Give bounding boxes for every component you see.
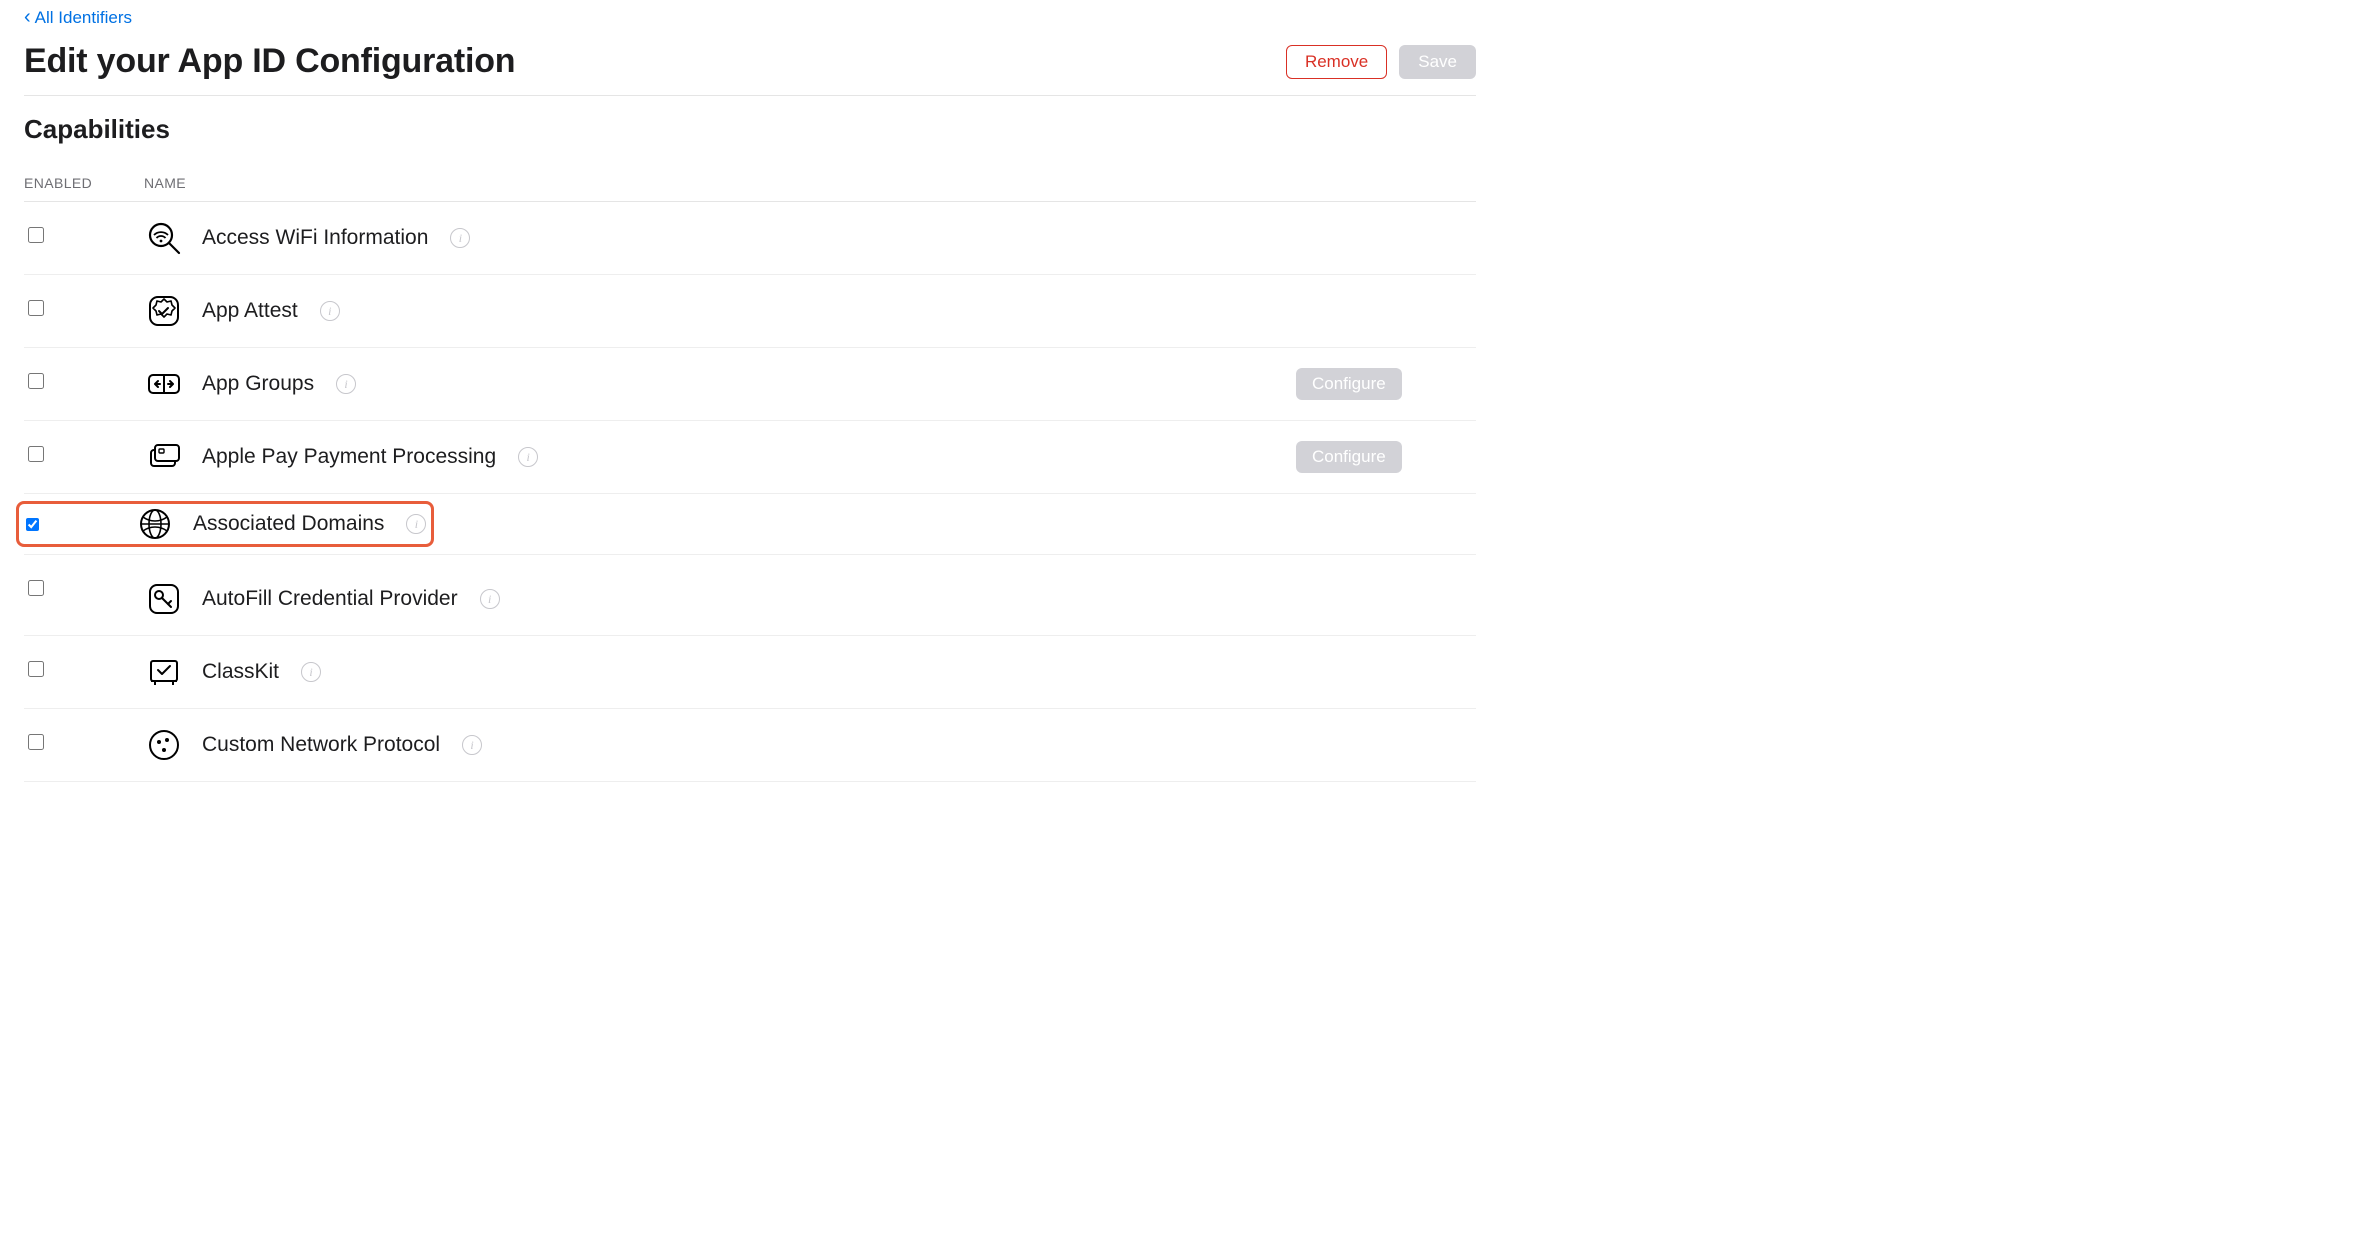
info-icon[interactable]: i — [336, 374, 356, 394]
page-title: Edit your App ID Configuration — [24, 42, 515, 81]
capability-label: ClassKit — [202, 660, 279, 684]
capability-checkbox-app-groups[interactable] — [28, 373, 44, 389]
configure-button-app-groups[interactable]: Configure — [1296, 368, 1402, 400]
capability-checkbox-access-wifi[interactable] — [28, 227, 44, 243]
cards-icon — [144, 437, 184, 477]
table-row: Apple Pay Payment Processing i Configure — [24, 421, 1476, 494]
arrows-lr-icon — [144, 364, 184, 404]
remove-button[interactable]: Remove — [1286, 45, 1387, 79]
key-square-icon — [144, 579, 184, 619]
info-icon[interactable]: i — [518, 447, 538, 467]
capability-label: Access WiFi Information — [202, 226, 428, 250]
capability-checkbox-apple-pay[interactable] — [28, 446, 44, 462]
table-row: AutoFill Credential Provider i — [24, 555, 1476, 636]
chevron-left-icon: ‹ — [24, 7, 31, 27]
configure-button-apple-pay[interactable]: Configure — [1296, 441, 1402, 473]
table-row: Access WiFi Information i — [24, 202, 1476, 275]
dots-circle-icon — [144, 725, 184, 765]
info-icon[interactable]: i — [301, 662, 321, 682]
info-icon[interactable]: i — [462, 735, 482, 755]
section-title: Capabilities — [24, 114, 1476, 145]
table-row: Custom Network Protocol i — [24, 709, 1476, 782]
save-button[interactable]: Save — [1399, 45, 1476, 79]
capability-checkbox-app-attest[interactable] — [28, 300, 44, 316]
capability-label: App Groups — [202, 372, 314, 396]
capability-label: Custom Network Protocol — [202, 733, 440, 757]
capability-checkbox-assoc-domains[interactable] — [26, 518, 39, 531]
capability-label: Associated Domains — [193, 512, 384, 536]
table-row: Associated Domains i — [24, 494, 1476, 555]
capabilities-table: ENABLED NAME Access WiFi InformationiApp… — [24, 167, 1476, 782]
badge-check-icon — [144, 291, 184, 331]
info-icon[interactable]: i — [406, 514, 426, 534]
info-icon[interactable]: i — [320, 301, 340, 321]
board-check-icon — [144, 652, 184, 692]
info-icon[interactable]: i — [450, 228, 470, 248]
wifi-search-icon — [144, 218, 184, 258]
back-link[interactable]: ‹ All Identifiers — [24, 8, 132, 28]
capability-checkbox-classkit[interactable] — [28, 661, 44, 677]
capability-label: AutoFill Credential Provider — [202, 587, 458, 611]
capability-label: Apple Pay Payment Processing — [202, 445, 496, 469]
action-buttons: Remove Save — [1286, 45, 1476, 79]
col-header-name: NAME — [144, 167, 1296, 202]
highlight-box: Associated Domains i — [16, 501, 434, 547]
table-row: App Groups i Configure — [24, 348, 1476, 421]
capability-label: App Attest — [202, 299, 298, 323]
capability-checkbox-custom-net[interactable] — [28, 734, 44, 750]
header-row: Edit your App ID Configuration Remove Sa… — [24, 42, 1476, 96]
globe-icon — [135, 504, 175, 544]
table-row: App Attest i — [24, 275, 1476, 348]
back-link-label: All Identifiers — [35, 8, 132, 28]
table-row: ClassKit i — [24, 636, 1476, 709]
col-header-enabled: ENABLED — [24, 167, 144, 202]
capability-checkbox-autofill[interactable] — [28, 580, 44, 596]
info-icon[interactable]: i — [480, 589, 500, 609]
